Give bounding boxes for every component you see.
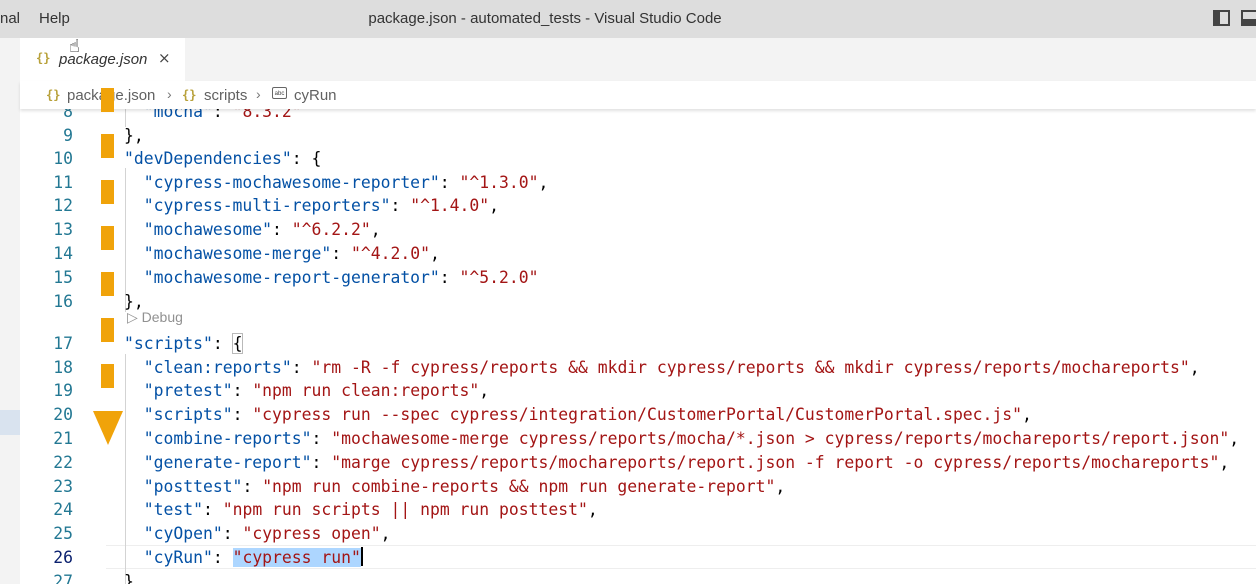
title-bar: nal Help package.json - automated_tests …: [0, 0, 1256, 38]
code-line: 13 "mochawesome": "^6.2.2",: [20, 218, 1256, 242]
line-number: 11: [53, 173, 73, 192]
arrow-dash: [101, 318, 114, 342]
line-number: 9: [63, 126, 73, 145]
code-line: 14 "mochawesome-merge": "^4.2.0",: [20, 242, 1256, 266]
line-number: 12: [53, 196, 73, 215]
line-number: 10: [53, 149, 73, 168]
code-line: 12 "cypress-multi-reporters": "^1.4.0",: [20, 194, 1256, 218]
line-number: 19: [53, 381, 73, 400]
line-number: 16: [53, 292, 73, 311]
code-editor[interactable]: ▷ Debug 8 "mocha": "8.3.2" 9}, 10 "devDepen…: [20, 109, 1256, 584]
tab-bar: {} package.json ×: [0, 38, 1256, 81]
code-line: 20 "scripts": "cypress run --spec cypres…: [20, 403, 1256, 427]
tab-package-json[interactable]: {} package.json ×: [20, 38, 185, 81]
code-text: "devDependencies": {: [124, 149, 322, 168]
line-number: 21: [53, 429, 73, 448]
arrow-down-icon: [93, 411, 123, 445]
code-line: 23 "posttest": "npm run combine-reports …: [20, 475, 1256, 499]
code-line: 18 "clean:reports": "rm -R -f cypress/re…: [20, 356, 1256, 380]
code-text: "pretest": "npm run clean:reports",: [143, 381, 490, 400]
toggle-panel-icon[interactable]: [1241, 10, 1256, 26]
code-text: "combine-reports": "mochawesome-merge cy…: [143, 429, 1240, 448]
code-line: 10 "devDependencies": {: [20, 147, 1256, 171]
line-number: 18: [53, 358, 73, 377]
code-text: },: [124, 572, 144, 584]
code-text: },: [124, 126, 144, 145]
arrow-dash: [101, 364, 114, 388]
arrow-dash: [101, 180, 114, 204]
code-text: },: [124, 292, 144, 311]
line-number: 14: [53, 244, 73, 263]
string-icon: abc: [272, 87, 287, 99]
code-text: "mochawesome-merge": "^4.2.0",: [143, 244, 440, 263]
code-text: "mochawesome-report-generator": "^5.2.0": [143, 268, 539, 287]
json-file-icon: {}: [46, 88, 61, 102]
chevron-right-icon: ›: [167, 86, 172, 102]
code-line: 16},: [20, 290, 1256, 314]
code-text: "mochawesome": "^6.2.2",: [143, 220, 381, 239]
window-title: package.json - automated_tests - Visual …: [368, 10, 722, 27]
breadcrumb-cyrun[interactable]: cyRun: [294, 87, 337, 104]
code-line: 17 "scripts": {: [20, 332, 1256, 356]
line-number: 8: [63, 109, 73, 121]
breadcrumb: {} package.json › {} scripts › abc cyRun: [20, 81, 1256, 109]
line-number: 26: [53, 548, 73, 567]
code-text: "clean:reports": "rm -R -f cypress/repor…: [143, 358, 1200, 377]
line-number: 25: [53, 524, 73, 543]
line-number: 22: [53, 453, 73, 472]
code-line: 21 "combine-reports": "mochawesome-merge…: [20, 427, 1256, 451]
line-number: 20: [53, 405, 73, 424]
code-line: 27},: [20, 570, 1256, 584]
code-line: 11 "cypress-mochawesome-reporter": "^1.3…: [20, 171, 1256, 195]
code-line: 19 "pretest": "npm run clean:reports",: [20, 379, 1256, 403]
code-text: "mocha": "8.3.2": [143, 109, 302, 121]
object-icon: {}: [182, 88, 197, 102]
line-number: 24: [53, 500, 73, 519]
breadcrumb-scripts[interactable]: scripts: [204, 87, 247, 104]
code-text: "cyOpen": "cypress open",: [143, 524, 391, 543]
json-file-icon: {}: [36, 51, 51, 65]
close-icon[interactable]: ×: [158, 49, 171, 67]
code-text: "scripts": "cypress run --spec cypress/i…: [143, 405, 1032, 424]
code-line: 22 "generate-report": "marge cypress/rep…: [20, 451, 1256, 475]
code-line: 26 "cyRun": "cypress run": [20, 546, 1256, 570]
code-text: "cypress-multi-reporters": "^1.4.0",: [143, 196, 500, 215]
code-line: 9},: [20, 124, 1256, 148]
code-text: "scripts": {: [124, 333, 244, 354]
code-line: 15 "mochawesome-report-generator": "^5.2…: [20, 266, 1256, 290]
code-line: 24 "test": "npm run scripts || npm run p…: [20, 498, 1256, 522]
arrow-dash: [101, 88, 114, 112]
code-text: "test": "npm run scripts || npm run post…: [143, 500, 598, 519]
code-text: "posttest": "npm run combine-reports && …: [143, 477, 786, 496]
line-number: 23: [53, 477, 73, 496]
code-text: "generate-report": "marge cypress/report…: [143, 453, 1230, 472]
arrow-dash: [101, 226, 114, 250]
arrow-dash: [101, 272, 114, 296]
activity-active-item[interactable]: [0, 410, 20, 435]
code-text: "cypress-mochawesome-reporter": "^1.3.0"…: [143, 173, 549, 192]
code-line: 8 "mocha": "8.3.2": [20, 109, 1256, 124]
line-number: 17: [53, 334, 73, 353]
code-line: 25 "cyOpen": "cypress open",: [20, 522, 1256, 546]
arrow-dash: [101, 134, 114, 158]
mouse-pointer-icon: ☝: [69, 36, 80, 57]
line-number: 27: [53, 572, 73, 584]
chevron-right-icon: ›: [256, 86, 261, 102]
line-number: 13: [53, 220, 73, 239]
toggle-primary-sidebar-icon[interactable]: [1213, 10, 1230, 26]
code-text: "cyRun": "cypress run": [143, 547, 363, 567]
activity-bar: [0, 81, 20, 584]
line-number: 15: [53, 268, 73, 287]
